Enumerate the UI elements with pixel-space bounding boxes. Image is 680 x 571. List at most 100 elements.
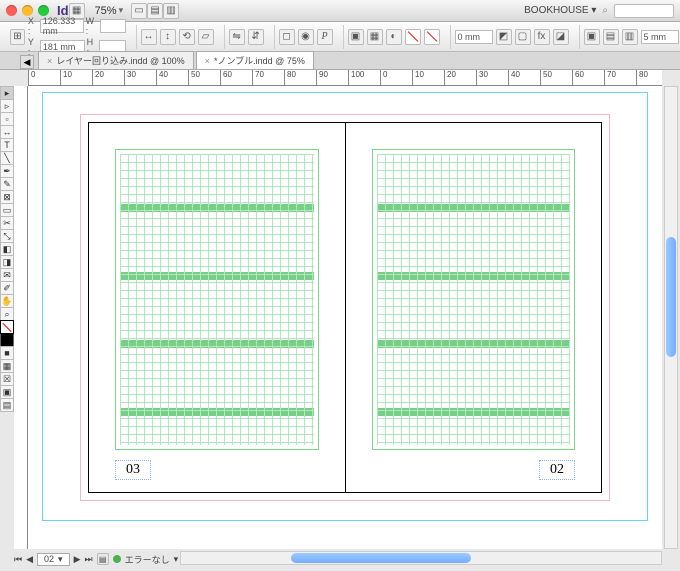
select-container-icon[interactable]: ◻ xyxy=(279,29,295,45)
preview-view-icon[interactable]: ▤ xyxy=(0,398,14,412)
apply-color-icon[interactable]: ■ xyxy=(0,346,14,360)
eyedropper-tool[interactable]: ✐ xyxy=(0,281,14,295)
view-mode-icon[interactable]: ▭ xyxy=(131,3,147,19)
gradient-feather-tool[interactable]: ◨ xyxy=(0,255,14,269)
scissors-tool[interactable]: ✂ xyxy=(0,216,14,230)
dropdown-icon[interactable]: ▾ xyxy=(119,5,124,16)
tab-scroll-left[interactable]: ◀ xyxy=(20,55,34,69)
reference-point-icon[interactable]: ⊞ xyxy=(10,29,25,45)
horizontal-ruler[interactable]: 0102030405060708090100010203040506070809… xyxy=(28,70,662,86)
center-content-icon[interactable]: ▥ xyxy=(622,29,638,45)
preflight-ok-icon xyxy=(113,555,121,563)
page-number-left[interactable]: 03 xyxy=(115,460,151,480)
rotate-icon[interactable]: ⟲ xyxy=(179,29,195,45)
horizontal-scrollbar[interactable] xyxy=(180,551,662,565)
control-bar: ⊞ X :126.333 mmW : Y :181 mmH : ↔ ↕ ⟲ ▱ … xyxy=(0,22,680,52)
flip-v-icon[interactable]: ⇵ xyxy=(248,29,264,45)
line-tool[interactable]: ╲ xyxy=(0,151,14,165)
type-tool[interactable]: T xyxy=(0,138,14,152)
fit-content-icon[interactable]: ▣ xyxy=(584,29,600,45)
shear-icon[interactable]: ▱ xyxy=(198,29,214,45)
vertical-scrollbar[interactable] xyxy=(664,86,678,549)
zoom-window-button[interactable] xyxy=(38,5,49,16)
document-tab-bar: ◀ × レイヤー回り込み.indd @ 100% × *ノンブル.indd @ 75… xyxy=(0,52,680,70)
vertical-ruler[interactable] xyxy=(14,86,28,549)
status-bar: ⏮ ◀ 02▾ ▶ ⏭ ▤ エラーなし ▾ xyxy=(14,551,178,567)
scale-y-icon[interactable]: ↕ xyxy=(160,29,176,45)
rectangle-frame-tool[interactable]: ⊠ xyxy=(0,190,14,204)
x-input[interactable]: 126.333 mm xyxy=(40,19,84,33)
paragraph-style-icon[interactable]: P xyxy=(317,29,333,45)
page-tool[interactable]: ▫ xyxy=(0,112,14,126)
wrap-bounding-icon[interactable]: ▦ xyxy=(367,29,383,45)
document-canvas[interactable]: 03 02 xyxy=(28,86,662,549)
gap-tool[interactable]: ↔ xyxy=(0,125,14,139)
spacing-input[interactable]: 5 mm xyxy=(641,30,679,44)
scrollbar-thumb[interactable] xyxy=(666,237,676,357)
pen-tool[interactable]: ✒ xyxy=(0,164,14,178)
rectangle-tool[interactable]: ▭ xyxy=(0,203,14,217)
zoom-tool[interactable]: ⌕ xyxy=(0,307,14,321)
workspace-label[interactable]: BOOKHOUSE ▾ xyxy=(524,5,596,16)
stroke-none-icon[interactable] xyxy=(424,29,440,45)
page-number-right[interactable]: 02 xyxy=(539,460,575,480)
wrap-shape-icon[interactable]: ◐ xyxy=(386,29,402,45)
frame-grid-pattern xyxy=(120,154,314,445)
arrange-icon[interactable]: ▥ xyxy=(163,3,179,19)
preflight-status[interactable]: エラーなし xyxy=(125,553,170,566)
opacity-icon[interactable]: ▢ xyxy=(515,29,531,45)
gradient-tool[interactable]: ◧ xyxy=(0,242,14,256)
selection-tool[interactable]: ▸ xyxy=(0,86,14,100)
free-transform-tool[interactable]: ⤡ xyxy=(0,229,14,243)
page-nav-next[interactable]: ▶ xyxy=(74,554,81,565)
screen-mode-icon[interactable]: ▤ xyxy=(147,3,163,19)
close-window-button[interactable] xyxy=(6,5,17,16)
search-icon: ⌕ xyxy=(602,5,608,16)
tools-panel: ▸ ▹ ▫ ↔ T ╲ ✒ ✎ ⊠ ▭ ✂ ⤡ ◧ ◨ ✉ ✐ ✋ ⌕ ■ ▦ … xyxy=(0,86,14,411)
y-label: Y : xyxy=(28,37,38,57)
scrollbar-thumb[interactable] xyxy=(291,553,471,563)
fill-none-icon[interactable] xyxy=(405,29,421,45)
document-tab-2[interactable]: × *ノンブル.indd @ 75% xyxy=(196,51,314,69)
effects-icon[interactable]: fx xyxy=(534,29,550,45)
tab-label: レイヤー回り込み.indd @ 100% xyxy=(56,54,184,67)
select-content-icon[interactable]: ◉ xyxy=(298,29,314,45)
close-icon[interactable]: × xyxy=(205,56,210,66)
close-icon[interactable]: × xyxy=(47,56,52,66)
corner-options-icon[interactable]: ◩ xyxy=(496,29,512,45)
page-nav-first[interactable]: ⏮ xyxy=(14,554,22,565)
w-label: W : xyxy=(86,16,98,36)
zoom-level[interactable]: 75% xyxy=(95,5,117,17)
fit-frame-icon[interactable]: ▤ xyxy=(603,29,619,45)
apply-gradient-icon[interactable]: ▦ xyxy=(0,359,14,373)
normal-view-icon[interactable]: ▣ xyxy=(0,385,14,399)
note-tool[interactable]: ✉ xyxy=(0,268,14,282)
page-number-field[interactable]: 02▾ xyxy=(37,553,70,566)
document-tab-1[interactable]: × レイヤー回り込み.indd @ 100% xyxy=(38,51,194,69)
preflight-dropdown-icon[interactable]: ▾ xyxy=(174,554,179,565)
page-nav-last[interactable]: ⏭ xyxy=(85,554,93,565)
direct-selection-tool[interactable]: ▹ xyxy=(0,99,14,113)
flip-h-icon[interactable]: ⇋ xyxy=(229,29,245,45)
minimize-window-button[interactable] xyxy=(22,5,33,16)
left-page[interactable]: 03 xyxy=(89,123,345,492)
fill-swatch[interactable] xyxy=(0,320,14,334)
tab-label: *ノンブル.indd @ 75% xyxy=(214,54,305,67)
traffic-lights xyxy=(6,5,49,16)
dropshadow-icon[interactable]: ◪ xyxy=(553,29,569,45)
page-nav-prev[interactable]: ◀ xyxy=(26,554,33,565)
hand-tool[interactable]: ✋ xyxy=(0,294,14,308)
stroke-weight-input[interactable]: 0 mm xyxy=(455,30,493,44)
search-input[interactable] xyxy=(614,4,674,18)
open-docs-icon[interactable]: ▤ xyxy=(97,553,109,565)
right-page[interactable]: 02 xyxy=(345,123,602,492)
w-input[interactable] xyxy=(100,19,126,33)
stroke-swatch[interactable] xyxy=(0,333,14,347)
wrap-none-icon[interactable]: ▣ xyxy=(348,29,364,45)
scale-x-icon[interactable]: ↔ xyxy=(141,29,157,45)
apply-none-icon[interactable]: ☒ xyxy=(0,372,14,386)
text-frame-grid[interactable] xyxy=(372,149,576,450)
frame-grid-pattern xyxy=(377,154,571,445)
pencil-tool[interactable]: ✎ xyxy=(0,177,14,191)
text-frame-grid[interactable] xyxy=(115,149,319,450)
